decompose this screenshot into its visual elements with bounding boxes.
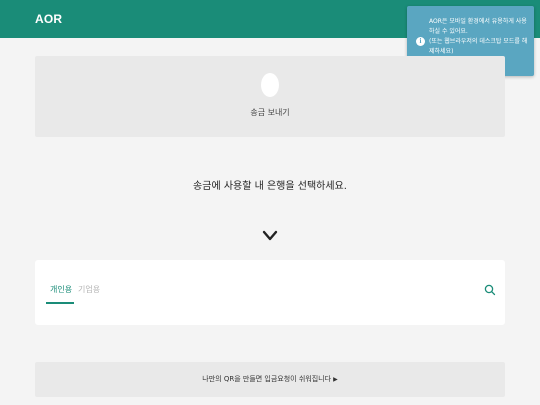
qr-promo-text: 나만의 QR을 만들면 입금요청이 쉬워집니다: [202, 375, 332, 383]
send-money-icon: [261, 73, 279, 97]
qr-promo-banner[interactable]: 나만의 QR을 만들면 입금요청이 쉬워집니다 ▶: [35, 362, 505, 397]
tab-business[interactable]: 기업용: [78, 284, 100, 295]
send-money-card[interactable]: 송금 보내기: [35, 56, 505, 137]
toast-message: AOR은 모바일 환경에서 유용하게 사용 하실 수 있어요. (또는 웹브라우…: [429, 18, 528, 55]
info-icon: i: [416, 37, 425, 46]
chevron-down-icon: [262, 230, 278, 241]
send-money-label: 송금 보내기: [250, 108, 290, 117]
brand-logo[interactable]: AOR: [35, 12, 62, 26]
search-icon[interactable]: [484, 284, 496, 296]
active-tab-indicator: [46, 302, 74, 304]
select-bank-prompt: 송금에 사용할 내 은행을 선택하세요.: [193, 181, 347, 192]
tab-personal[interactable]: 개인용: [50, 284, 72, 295]
arrow-right-icon: ▶: [333, 376, 338, 383]
bank-select-card: 개인용 기업용: [35, 260, 505, 325]
